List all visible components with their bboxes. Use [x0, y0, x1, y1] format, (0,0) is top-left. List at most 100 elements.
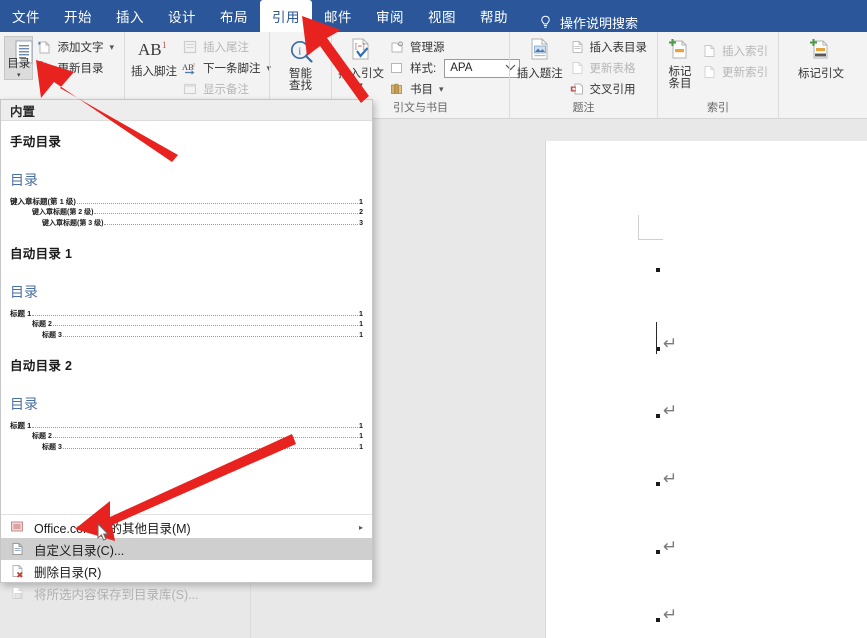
- update-table-label: 更新表格: [589, 63, 636, 75]
- lightbulb-icon: [538, 15, 553, 30]
- update-toc-button[interactable]: 更新目录: [33, 58, 120, 78]
- preview-row: 标题 2 1: [10, 431, 363, 442]
- paragraph-mark-icon: ↵: [663, 469, 678, 489]
- list-item[interactable]: ↵: [656, 605, 678, 625]
- ribbon-group-captions: 插入题注 插入表目录 更新表格 交叉引用 题注: [509, 32, 657, 118]
- menu-item-label: 删除目录(R): [34, 565, 102, 580]
- insert-caption-icon: [527, 38, 553, 66]
- next-footnote-button[interactable]: AB 1 下一条脚注 ▾: [179, 58, 277, 78]
- manage-sources-button[interactable]: 管理源: [386, 37, 526, 57]
- menu-item-label: 将所选内容保存到目录库(S)...: [34, 587, 199, 602]
- preview-row-page: 2: [359, 209, 363, 216]
- preview-row: 标题 3 1: [10, 330, 363, 341]
- mouse-cursor: [97, 522, 110, 547]
- tab-mailings[interactable]: 邮件: [312, 0, 364, 32]
- insert-caption-label: 插入题注: [516, 68, 563, 80]
- menu-item-save-selection-to-toc-gallery[interactable]: 将所选内容保存到目录库(S)...: [1, 582, 372, 604]
- preview-row-text: 键入章标题(第 1 级): [10, 197, 76, 206]
- update-table-button[interactable]: 更新表格: [566, 58, 654, 78]
- list-item[interactable]: [656, 268, 660, 272]
- preview-row: 标题 1 1: [10, 308, 363, 319]
- mark-citation-button[interactable]: 标记引文: [790, 35, 852, 81]
- gallery-commands: Office.com 中的其他目录(M) ▸ 自定义目录(C)... 删除目录(…: [1, 514, 372, 604]
- bullet-icon: [656, 268, 660, 272]
- insert-table-of-figures-button[interactable]: 插入表目录: [566, 37, 654, 57]
- citation-style-row[interactable]: 样式: APA: [386, 58, 526, 78]
- update-table-icon: [569, 60, 585, 76]
- bibliography-icon: [389, 81, 405, 97]
- mark-entry-button[interactable]: 标记 条目: [662, 35, 698, 90]
- mark-entry-label: 标记 条目: [668, 66, 692, 90]
- menu-item-remove-toc[interactable]: 删除目录(R): [1, 560, 372, 582]
- menu-item-more-toc-office-com[interactable]: Office.com 中的其他目录(M) ▸: [1, 516, 372, 538]
- paragraph-mark-icon: ↵: [663, 605, 678, 625]
- manage-sources-icon: [389, 39, 405, 55]
- cross-reference-button[interactable]: 交叉引用: [566, 79, 654, 99]
- list-item[interactable]: ↵: [656, 539, 677, 556]
- preview-row-page: 1: [358, 309, 363, 318]
- update-index-button[interactable]: 更新索引: [698, 62, 774, 82]
- save-selection-icon: [9, 585, 25, 601]
- leader-dots: [52, 325, 359, 326]
- document-page[interactable]: ↵ ↵ ↵ ↵ ↵: [545, 141, 867, 638]
- mark-citation-icon: [807, 38, 835, 66]
- add-text-icon: [36, 39, 52, 55]
- toc-small-buttons: 添加文字 ▾ 更新目录: [33, 35, 120, 78]
- toc-button-label: 目录: [7, 58, 31, 70]
- gallery-item-auto-toc-2[interactable]: 自动目录 2 目录 标题 1 1 标题 2 1 标题 3 1: [1, 351, 372, 463]
- tab-insert[interactable]: 插入: [104, 0, 156, 32]
- insert-citation-icon: [=]: [348, 38, 374, 66]
- insert-citation-button[interactable]: [=] 插入引文 ▾: [336, 35, 386, 89]
- gallery-item-manual-toc[interactable]: 手动目录 目录 键入章标题(第 1 级) 1 键入章标题(第 2 级) 2 键入: [1, 127, 372, 239]
- svg-text:1: 1: [193, 63, 196, 69]
- list-item[interactable]: ↵: [656, 469, 678, 489]
- show-notes-button[interactable]: 显示备注: [179, 79, 277, 99]
- show-notes-label: 显示备注: [203, 84, 249, 96]
- svg-text:i: i: [298, 46, 301, 58]
- preview-row: 标题 1 1: [10, 420, 363, 431]
- tab-design[interactable]: 设计: [156, 0, 208, 32]
- tab-view[interactable]: 视图: [416, 0, 468, 32]
- update-toc-icon: [36, 60, 52, 76]
- menu-item-custom-toc[interactable]: 自定义目录(C)...: [1, 538, 372, 560]
- bibliography-label: 书目: [410, 84, 433, 96]
- tab-help[interactable]: 帮助: [468, 0, 520, 32]
- tab-file[interactable]: 文件: [0, 0, 52, 32]
- bullet-icon: [656, 482, 660, 486]
- mark-entry-icon: [667, 38, 693, 64]
- gallery-section-header: 内置: [1, 100, 372, 121]
- chevron-down-icon: ▾: [359, 82, 363, 89]
- gallery-item-auto-toc-1[interactable]: 自动目录 1 目录 标题 1 1 标题 2 1 标题 3 1: [1, 239, 372, 351]
- add-text-button[interactable]: 添加文字 ▾: [33, 37, 120, 57]
- insert-citation-label: 插入引文: [338, 68, 384, 80]
- insert-footnote-button[interactable]: AB 1 插入脚注: [129, 35, 179, 79]
- insert-index-label: 插入索引: [722, 46, 768, 58]
- gallery-item-title: 手动目录: [10, 135, 62, 149]
- next-footnote-icon: AB 1: [182, 60, 198, 76]
- tab-home[interactable]: 开始: [52, 0, 104, 32]
- preview-heading: 目录: [10, 174, 38, 189]
- insert-caption-button[interactable]: 插入题注: [514, 35, 566, 81]
- toc-gallery-dropdown[interactable]: 内置 手动目录 目录 键入章标题(第 1 级) 1 键入章标题(第 2 级) 2: [0, 99, 373, 602]
- insert-index-button[interactable]: 插入索引: [698, 41, 774, 61]
- preview-row-page: 1: [359, 444, 363, 451]
- menu-item-label: Office.com 中的其他目录(M): [34, 521, 191, 536]
- insert-endnote-button[interactable]: 插入尾注: [179, 37, 277, 57]
- toc-icon: [11, 40, 33, 64]
- tab-review[interactable]: 审阅: [364, 0, 416, 32]
- bibliography-button[interactable]: 书目 ▾: [386, 79, 526, 99]
- preview-row: 键入章标题(第 2 级) 2: [10, 207, 363, 218]
- svg-text:AB: AB: [138, 40, 162, 59]
- menu-item-label: 自定义目录(C)...: [34, 543, 125, 558]
- list-item[interactable]: ↵: [656, 336, 677, 353]
- tab-label: 布局: [220, 10, 248, 25]
- tell-me-search[interactable]: 操作说明搜索: [538, 13, 638, 32]
- preview-heading: 目录: [10, 398, 38, 413]
- ribbon-group-authorities: 标记引文: [778, 32, 863, 118]
- list-item[interactable]: ↵: [656, 403, 677, 420]
- toc-button[interactable]: 目录 ▾: [4, 36, 34, 80]
- smart-lookup-button[interactable]: i 智能 查找: [274, 35, 327, 92]
- tab-references[interactable]: 引用: [260, 0, 312, 32]
- preview-row-text: 标题 1: [10, 421, 32, 430]
- tab-layout[interactable]: 布局: [208, 0, 260, 32]
